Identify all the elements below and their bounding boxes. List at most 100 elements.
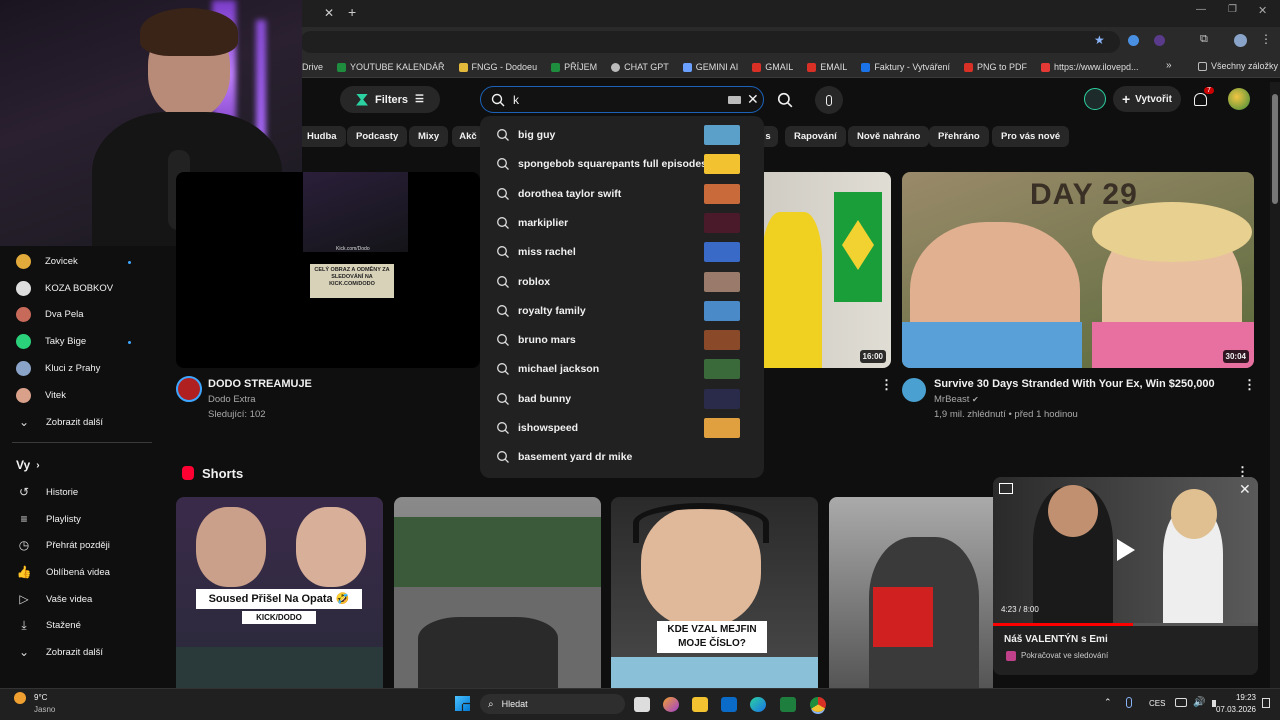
close-window-icon[interactable]: ✕ xyxy=(1258,4,1267,17)
play-icon[interactable] xyxy=(1117,539,1135,561)
sidebar-sub-dva-pela[interactable]: Dva Pela xyxy=(16,307,84,322)
clear-search-icon[interactable]: ✕ xyxy=(747,91,759,108)
short-3[interactable]: KDE VZAL MEJFIN MOJE ČÍSLO? xyxy=(611,497,818,688)
bookmark-drive[interactable]: Drive xyxy=(302,62,323,72)
close-tab-icon[interactable]: ✕ xyxy=(324,6,334,20)
network-icon[interactable] xyxy=(1175,698,1187,707)
short-4[interactable] xyxy=(829,497,993,688)
extensions-puzzle-icon[interactable]: ⧉ xyxy=(1200,33,1208,46)
scrollbar-thumb[interactable] xyxy=(1272,94,1278,204)
video-thumbnail-live[interactable]: Kick.com/Dodo CELÝ OBRAZ A ODMĚNY ZA SLE… xyxy=(176,172,480,368)
filter-app-icon[interactable] xyxy=(1084,88,1106,110)
bookmark-fngg[interactable]: FNGG - Dodoeu xyxy=(458,62,537,72)
bookmark-png-to-pdf[interactable]: PNG to PDF xyxy=(964,62,1027,72)
clock-date[interactable]: 07.03.2026 xyxy=(1203,705,1256,714)
bookmark-star-icon[interactable]: ★ xyxy=(1094,33,1105,47)
bookmark-gemini[interactable]: GEMINI AI xyxy=(682,62,738,72)
video-thumbnail-mrbeast[interactable]: DAY 29 30:04 xyxy=(902,172,1254,368)
chip-nove-nahrano[interactable]: Nově nahráno xyxy=(848,126,930,147)
sidebar-item-playlisty[interactable]: ≡ Playlisty xyxy=(16,511,80,527)
search-input[interactable]: k ✕ xyxy=(480,86,764,113)
chrome-icon[interactable] xyxy=(810,697,826,712)
chip-prehrano[interactable]: Přehráno xyxy=(929,126,989,147)
short-1[interactable]: Soused Přišel Na Opata 🤣 KICK/DODO xyxy=(176,497,383,688)
bookmarks-overflow-icon[interactable]: » xyxy=(1166,60,1172,71)
sidebar-item-show-more[interactable]: ⌄ Zobrazit další xyxy=(16,644,103,660)
search-suggestion-item[interactable]: ishowspeed xyxy=(496,414,750,442)
search-suggestion-item[interactable]: basement yard dr mike xyxy=(496,443,750,471)
miniplayer-expand-icon[interactable] xyxy=(999,483,1013,494)
create-button[interactable]: + Vytvořit xyxy=(1113,86,1181,112)
chip-hudba[interactable]: Hudba xyxy=(298,126,346,147)
video-channel-live[interactable]: Dodo Extra xyxy=(208,394,256,405)
excel-icon[interactable] xyxy=(780,697,796,712)
tray-mic-icon[interactable] xyxy=(1126,697,1132,708)
sidebar-show-more-subs[interactable]: ⌄ Zobrazit další xyxy=(16,414,103,430)
video-menu-mrbeast[interactable]: ⋮ xyxy=(1243,377,1256,393)
search-suggestion-item[interactable]: miss rachel xyxy=(496,238,750,266)
sidebar-sub-vitek[interactable]: Vitek xyxy=(16,388,66,403)
sidebar-sub-zovicek[interactable]: Zovicek xyxy=(16,254,78,269)
chip-podcasty[interactable]: Podcasty xyxy=(347,126,408,147)
url-field[interactable] xyxy=(300,31,1120,53)
search-suggestion-item[interactable]: bad bunny xyxy=(496,385,750,413)
maximize-icon[interactable]: ❐ xyxy=(1228,4,1237,15)
search-suggestion-item[interactable]: roblox xyxy=(496,268,750,296)
miniplayer-progress-track[interactable] xyxy=(993,623,1258,626)
extension-icon-1[interactable] xyxy=(1128,35,1139,46)
outlook-icon[interactable] xyxy=(721,697,737,712)
search-button[interactable] xyxy=(770,86,800,113)
bookmark-ilovepdf[interactable]: https://www.ilovepd... xyxy=(1041,62,1139,72)
tray-chevron-icon[interactable]: ⌃ xyxy=(1104,697,1112,708)
search-suggestion-item[interactable]: michael jackson xyxy=(496,355,750,383)
bookmark-faktury[interactable]: Faktury - Vytváření xyxy=(861,62,950,72)
new-tab-icon[interactable]: + xyxy=(348,4,356,20)
short-2[interactable] xyxy=(394,497,601,688)
bookmark-gmail[interactable]: GMAIL xyxy=(752,62,793,72)
video-title-live[interactable]: DODO STREAMUJE xyxy=(208,378,312,390)
notifications-button[interactable]: 7 xyxy=(1192,87,1214,110)
sidebar-sub-koza-bobkov[interactable]: KOZA BOBKOV xyxy=(16,281,113,296)
voice-search-button[interactable] xyxy=(815,86,843,114)
sidebar-item-oblibena-videa[interactable]: 👍 Oblíbená videa xyxy=(16,564,110,580)
channel-avatar-dodo[interactable] xyxy=(176,376,202,402)
video-title-mrbeast[interactable]: Survive 30 Days Stranded With Your Ex, W… xyxy=(934,378,1215,390)
sidebar-item-prehrat-pozdeji[interactable]: ◷ Přehrát později xyxy=(16,537,110,553)
search-suggestion-item[interactable]: bruno mars xyxy=(496,326,750,354)
bookmark-youtube-kalendar[interactable]: YOUTUBE KALENDÁŘ xyxy=(337,62,445,72)
channel-avatar-mrbeast[interactable] xyxy=(902,378,926,402)
search-suggestion-item[interactable]: spongebob squarepants full episodes xyxy=(496,150,750,178)
bookmark-prijem[interactable]: PŘÍJEM xyxy=(551,62,597,72)
profile-avatar[interactable] xyxy=(1234,34,1247,47)
chip-pro-vas-nove[interactable]: Pro vás nové xyxy=(992,126,1070,147)
sidebar-sub-kluci-z-prahy[interactable]: Kluci z Prahy xyxy=(16,361,100,376)
search-suggestion-item[interactable]: dorothea taylor swift xyxy=(496,180,750,208)
file-explorer-icon[interactable] xyxy=(692,697,708,712)
miniplayer-close-icon[interactable]: ✕ xyxy=(1239,481,1251,498)
account-avatar[interactable] xyxy=(1228,88,1250,110)
sidebar-sub-taky-bige[interactable]: Taky Bige xyxy=(16,334,86,349)
miniplayer-continue[interactable]: Pokračovat ve sledování xyxy=(1021,651,1108,660)
search-suggestion-item[interactable]: royalty family xyxy=(496,297,750,325)
sidebar-item-historie[interactable]: ↺ Historie xyxy=(16,484,78,500)
clock-time[interactable]: 19:23 xyxy=(1216,693,1256,702)
miniplayer[interactable]: ✕ 4:23 / 8:00 Náš VALENTÝN s Emi Pokračo… xyxy=(993,477,1258,675)
filters-button[interactable]: Filters ☰ xyxy=(340,86,440,113)
video-channel-mrbeast[interactable]: MrBeast xyxy=(934,394,969,405)
video-menu-mid[interactable]: ⋮ xyxy=(880,377,893,393)
chip-mixy[interactable]: Mixy xyxy=(409,126,449,147)
browser-menu-icon[interactable]: ⋮ xyxy=(1260,32,1272,46)
sidebar-item-vase-videa[interactable]: ▷ Vaše videa xyxy=(16,591,92,607)
all-bookmarks[interactable]: Všechny záložky xyxy=(1198,61,1278,71)
page-scrollbar[interactable] xyxy=(1270,82,1280,688)
keyboard-icon[interactable] xyxy=(728,96,741,104)
search-suggestion-item[interactable]: markiplier xyxy=(496,209,750,237)
bookmark-chatgpt[interactable]: CHAT GPT xyxy=(611,62,669,72)
search-suggestion-item[interactable]: big guy xyxy=(496,121,750,149)
taskbar-search[interactable]: ⌕ Hledat xyxy=(480,694,625,714)
notification-center-icon[interactable] xyxy=(1262,698,1270,708)
language-indicator[interactable]: CES xyxy=(1149,699,1165,708)
task-view-icon[interactable] xyxy=(634,697,650,712)
chip-rapovani[interactable]: Rapování xyxy=(785,126,846,147)
extension-icon-2[interactable] xyxy=(1154,35,1165,46)
